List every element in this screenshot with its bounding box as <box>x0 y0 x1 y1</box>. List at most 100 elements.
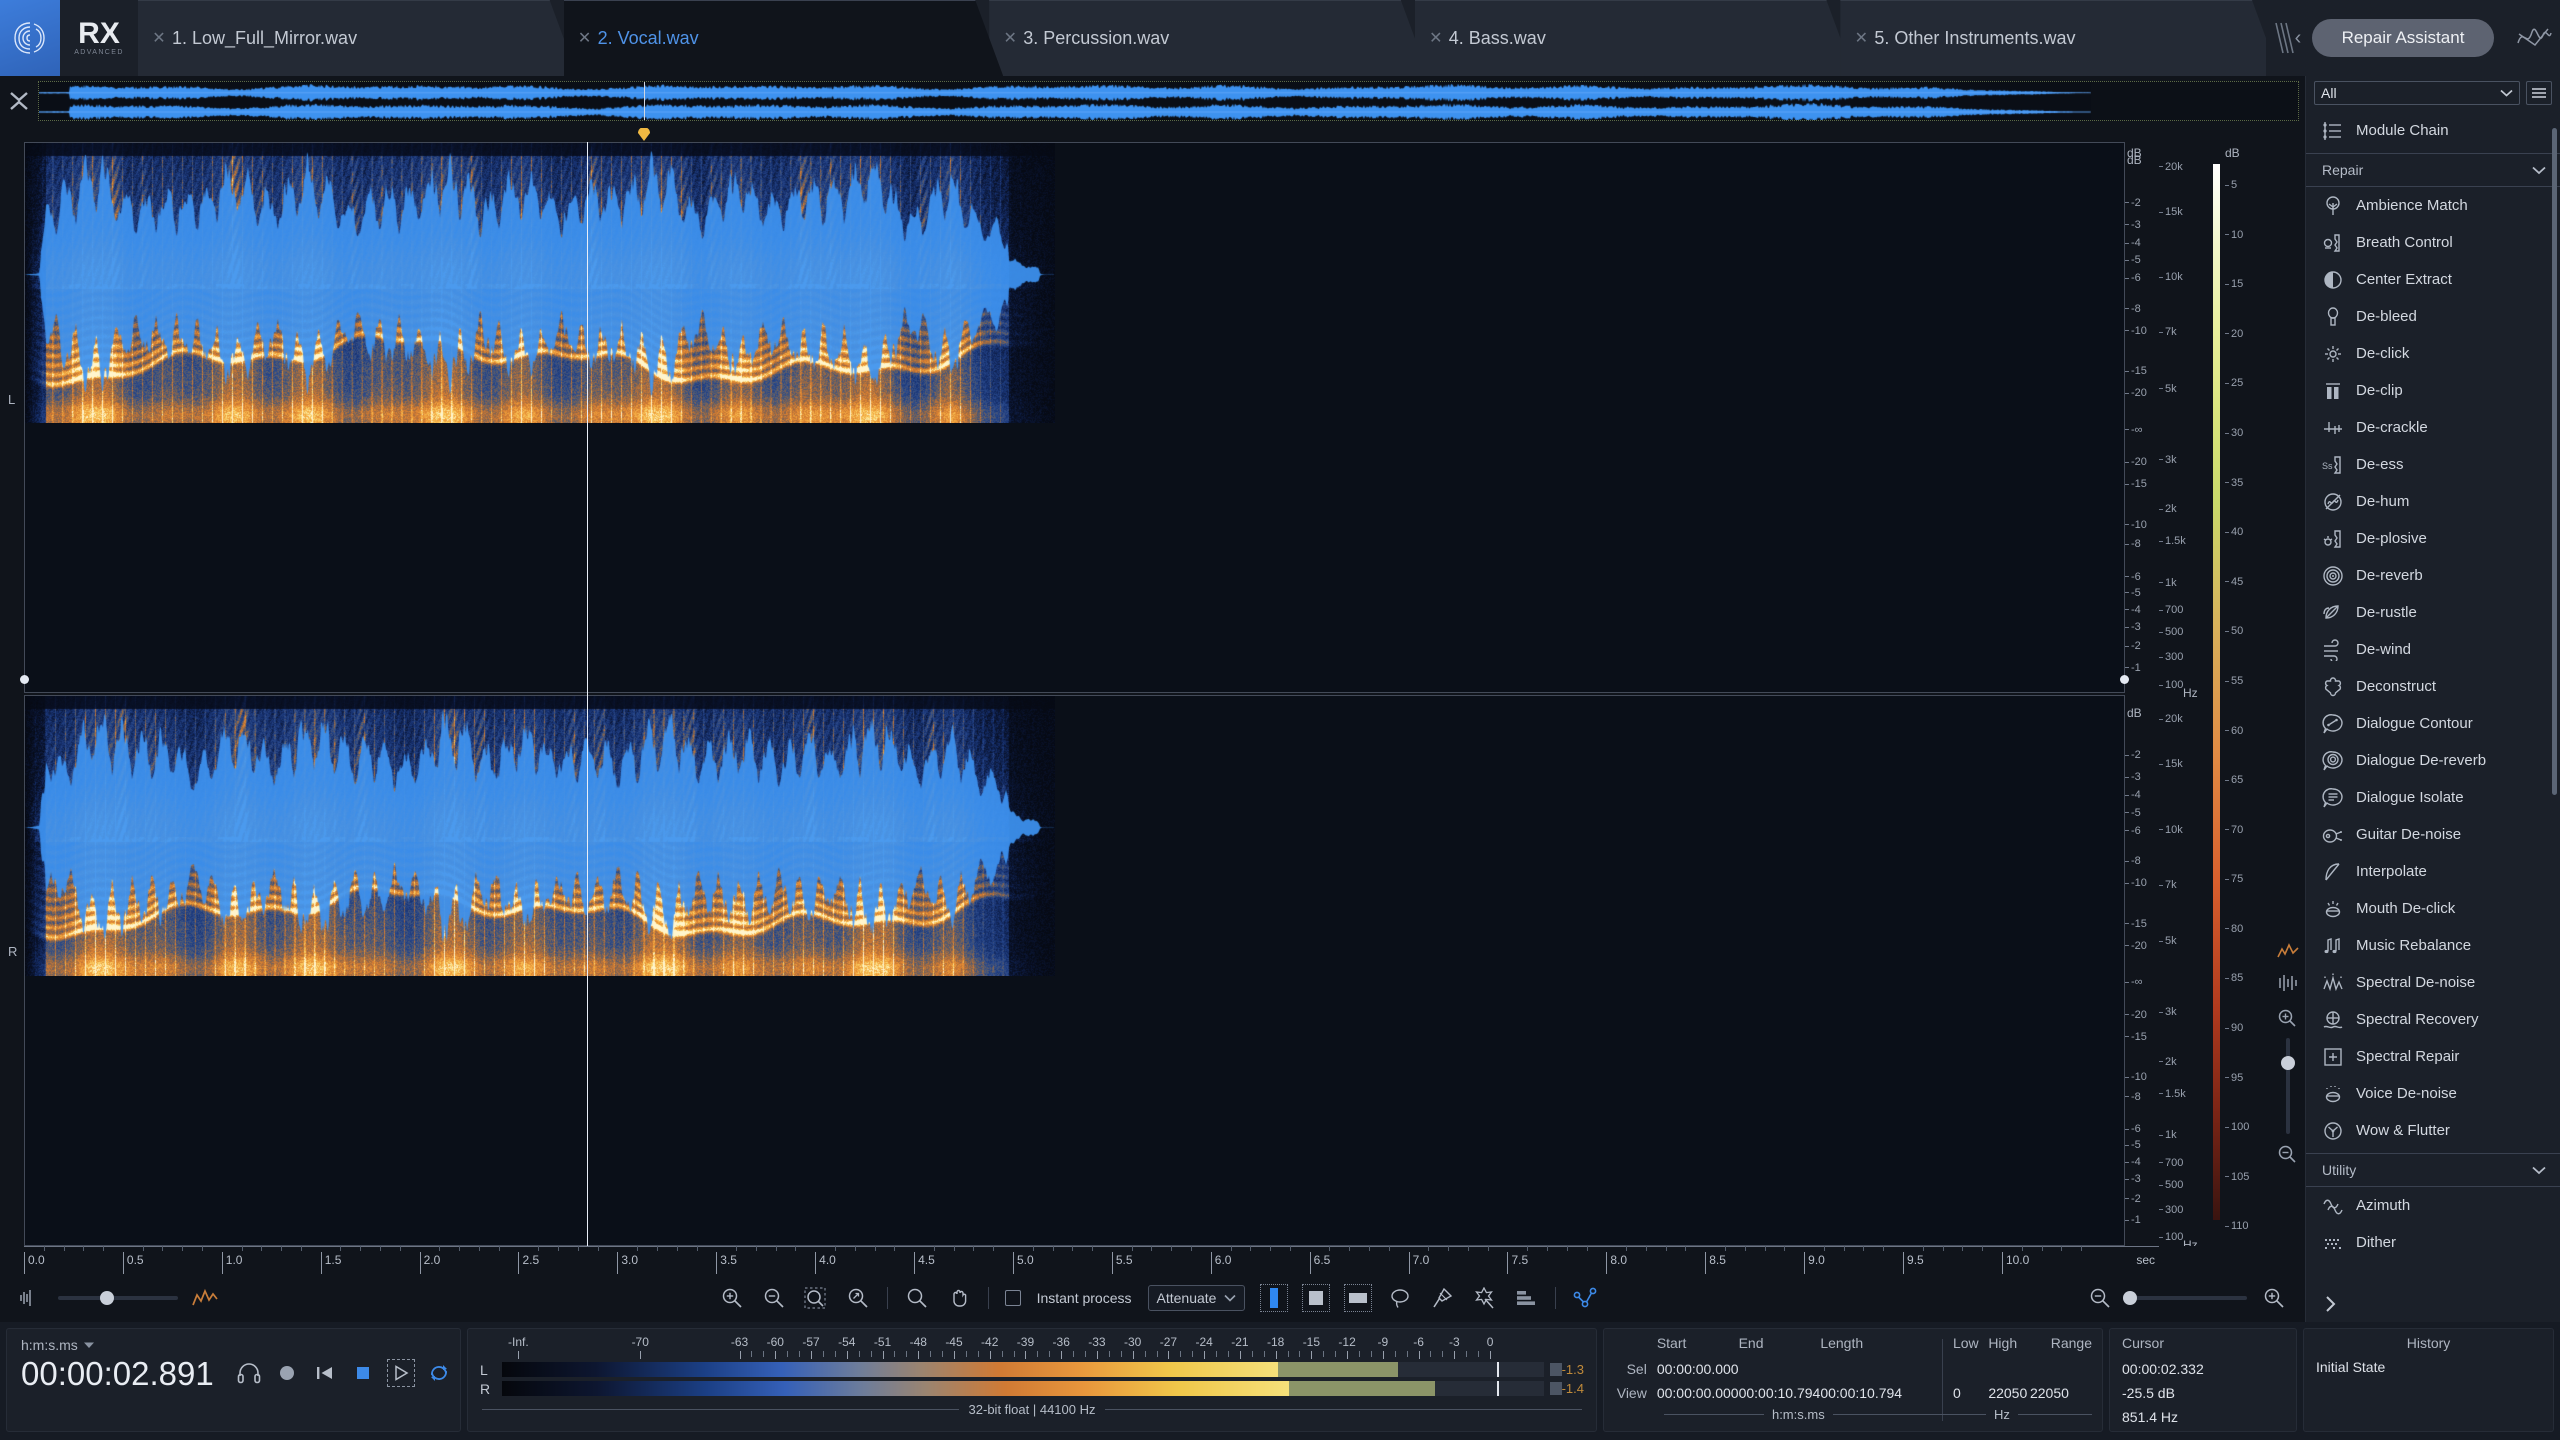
output-level-slider[interactable] <box>58 1296 178 1300</box>
module-item-de-bleed[interactable]: De-bleed <box>2306 298 2560 335</box>
horizontal-zoom-out-icon[interactable] <box>2087 1285 2113 1311</box>
hamburger-menu-icon[interactable] <box>2526 81 2552 105</box>
module-group-utility[interactable]: Utility <box>2306 1153 2560 1187</box>
headphones-icon[interactable] <box>236 1360 262 1386</box>
tab-close-icon[interactable]: ✕ <box>1854 32 1868 46</box>
overview-waveform[interactable] <box>38 81 2299 121</box>
overview-playhead[interactable] <box>644 82 645 120</box>
horizontal-zoom-slider[interactable] <box>2127 1296 2247 1300</box>
tab-close-icon[interactable]: ✕ <box>1429 32 1443 46</box>
chevron-left-icon[interactable]: ‹ <box>2295 27 2302 50</box>
zoom-in-icon[interactable] <box>719 1285 745 1311</box>
module-item-module-chain[interactable]: Module Chain <box>2306 112 2560 149</box>
tab-close-icon[interactable]: ✕ <box>152 32 166 46</box>
document-tab[interactable]: ✕5. Other Instruments.wav <box>1840 0 2266 76</box>
info-sel-high[interactable] <box>1988 1357 2030 1381</box>
module-item-de-crackle[interactable]: De-crackle <box>2306 409 2560 446</box>
module-list[interactable]: Module Chain RepairAmbience MatchBreath C… <box>2306 110 2560 1286</box>
vertical-zoom-thumb[interactable] <box>2281 1056 2295 1070</box>
loop-icon[interactable] <box>426 1360 452 1386</box>
brush-tool-icon[interactable] <box>1429 1285 1455 1311</box>
pitch-path-tool-icon[interactable] <box>1572 1285 1598 1311</box>
selection-handle-left[interactable] <box>20 675 29 684</box>
module-item-de-clip[interactable]: De-clip <box>2306 372 2560 409</box>
zoom-to-selection-icon[interactable] <box>803 1285 829 1311</box>
info-sel-length[interactable] <box>1820 1357 1932 1381</box>
module-item-voice-de-noise[interactable]: Voice De-noise <box>2306 1075 2560 1112</box>
module-item-dialogue-de-reverb[interactable]: Dialogue De-reverb <box>2306 742 2560 779</box>
overview-collapse-button[interactable] <box>0 76 38 126</box>
hand-tool-icon[interactable] <box>946 1285 972 1311</box>
overview-waveform-canvas[interactable] <box>39 82 2091 121</box>
playhead-marker[interactable] <box>638 128 650 140</box>
module-item-breath-control[interactable]: Breath Control <box>2306 224 2560 261</box>
sidebar-expand-button[interactable] <box>2306 1286 2560 1322</box>
info-view-low[interactable]: 0 <box>1953 1381 1988 1405</box>
module-item-de-plosive[interactable]: De-plosive <box>2306 520 2560 557</box>
color-gradient-bar[interactable] <box>2213 164 2220 1220</box>
info-sel-start[interactable]: 00:00:00.000 <box>1657 1357 1739 1381</box>
document-tab[interactable]: ✕1. Low_Full_Mirror.wav <box>138 0 578 76</box>
module-item-music-rebalance[interactable]: Music Rebalance <box>2306 927 2560 964</box>
module-item-dither[interactable]: Dither <box>2306 1224 2560 1261</box>
module-item-wow-flutter[interactable]: Wow & Flutter <box>2306 1112 2560 1149</box>
spectrogram-playhead[interactable] <box>587 142 588 1246</box>
rectangle-selection-tool-icon[interactable] <box>1303 1285 1329 1311</box>
module-filter-select[interactable]: All <box>2314 81 2520 105</box>
module-item-de-ess[interactable]: SsDe-ess <box>2306 446 2560 483</box>
speaker-icon[interactable] <box>18 1285 44 1311</box>
time-format-selector[interactable]: h:m:s.ms <box>21 1337 446 1353</box>
vertical-zoom-out-icon[interactable] <box>2277 1144 2299 1166</box>
tab-scroll-control[interactable]: ‹ <box>2266 0 2308 76</box>
lasso-selection-tool-icon[interactable] <box>1387 1285 1413 1311</box>
module-item-center-extract[interactable]: Center Extract <box>2306 261 2560 298</box>
app-logo[interactable] <box>0 0 60 76</box>
spectrogram-right-canvas[interactable] <box>25 696 1055 976</box>
module-item-deconstruct[interactable]: Deconstruct <box>2306 668 2560 705</box>
module-item-spectral-recovery[interactable]: Spectral Recovery <box>2306 1001 2560 1038</box>
info-sel-low[interactable] <box>1953 1357 1988 1381</box>
document-tab[interactable]: ✕2. Vocal.wav <box>564 0 1004 76</box>
module-item-spectral-de-noise[interactable]: Spectral De-noise <box>2306 964 2560 1001</box>
chevron-down-icon[interactable] <box>2532 166 2546 175</box>
meter-clip-right[interactable] <box>1550 1382 1562 1395</box>
record-icon[interactable] <box>274 1360 300 1386</box>
module-item-mouth-de-click[interactable]: Mouth De-click <box>2306 890 2560 927</box>
info-sel-range[interactable] <box>2030 1357 2092 1381</box>
info-sel-end[interactable] <box>1739 1357 1821 1381</box>
magnifier-tool-icon[interactable] <box>904 1285 930 1311</box>
skip-to-start-icon[interactable] <box>312 1360 338 1386</box>
process-mode-select[interactable]: Attenuate <box>1148 1285 1246 1311</box>
module-item-de-click[interactable]: De-click <box>2306 335 2560 372</box>
time-ruler[interactable]: 0.00.51.01.52.02.53.03.54.04.55.05.56.06… <box>0 1246 2305 1274</box>
tab-close-icon[interactable]: ✕ <box>578 32 592 46</box>
module-item-de-rustle[interactable]: De-rustle <box>2306 594 2560 631</box>
module-item-de-reverb[interactable]: De-reverb <box>2306 557 2560 594</box>
selection-list-icon[interactable] <box>1513 1285 1539 1311</box>
document-tab[interactable]: ✕4. Bass.wav <box>1415 0 1855 76</box>
module-item-guitar-de-noise[interactable]: Guitar De-noise <box>2306 816 2560 853</box>
magic-wand-tool-icon[interactable] <box>1471 1285 1497 1311</box>
module-group-repair[interactable]: Repair <box>2306 153 2560 187</box>
spectrogram-channel-left[interactable] <box>24 142 2125 693</box>
document-tab[interactable]: ✕3. Percussion.wav <box>989 0 1429 76</box>
output-level-thumb[interactable] <box>100 1291 114 1305</box>
module-item-dialogue-contour[interactable]: Dialogue Contour <box>2306 705 2560 742</box>
stop-icon[interactable] <box>350 1360 376 1386</box>
waveform-scribble-icon[interactable] <box>2508 0 2560 76</box>
waveform-toggle-icon[interactable] <box>2277 974 2299 996</box>
module-item-azimuth[interactable]: Azimuth <box>2306 1187 2560 1224</box>
info-view-length[interactable]: 00:00:10.794 <box>1820 1381 1932 1405</box>
playhead-time[interactable]: 00:00:02.891 <box>21 1355 214 1393</box>
instant-process-checkbox[interactable] <box>1005 1290 1021 1306</box>
zoom-out-icon[interactable] <box>761 1285 787 1311</box>
spectrogram-curve-icon[interactable] <box>192 1285 218 1311</box>
spectrogram-channel-right[interactable] <box>24 695 2125 1246</box>
module-item-dialogue-isolate[interactable]: Dialogue Isolate <box>2306 779 2560 816</box>
info-view-end[interactable]: 00:00:10.794 <box>1739 1381 1821 1405</box>
module-list-scrollbar[interactable] <box>2552 128 2557 795</box>
vertical-zoom-slider[interactable] <box>2286 1038 2290 1134</box>
zoom-fit-icon[interactable] <box>845 1285 871 1311</box>
tab-close-icon[interactable]: ✕ <box>1003 32 1017 46</box>
module-item-ambience-match[interactable]: Ambience Match <box>2306 187 2560 224</box>
